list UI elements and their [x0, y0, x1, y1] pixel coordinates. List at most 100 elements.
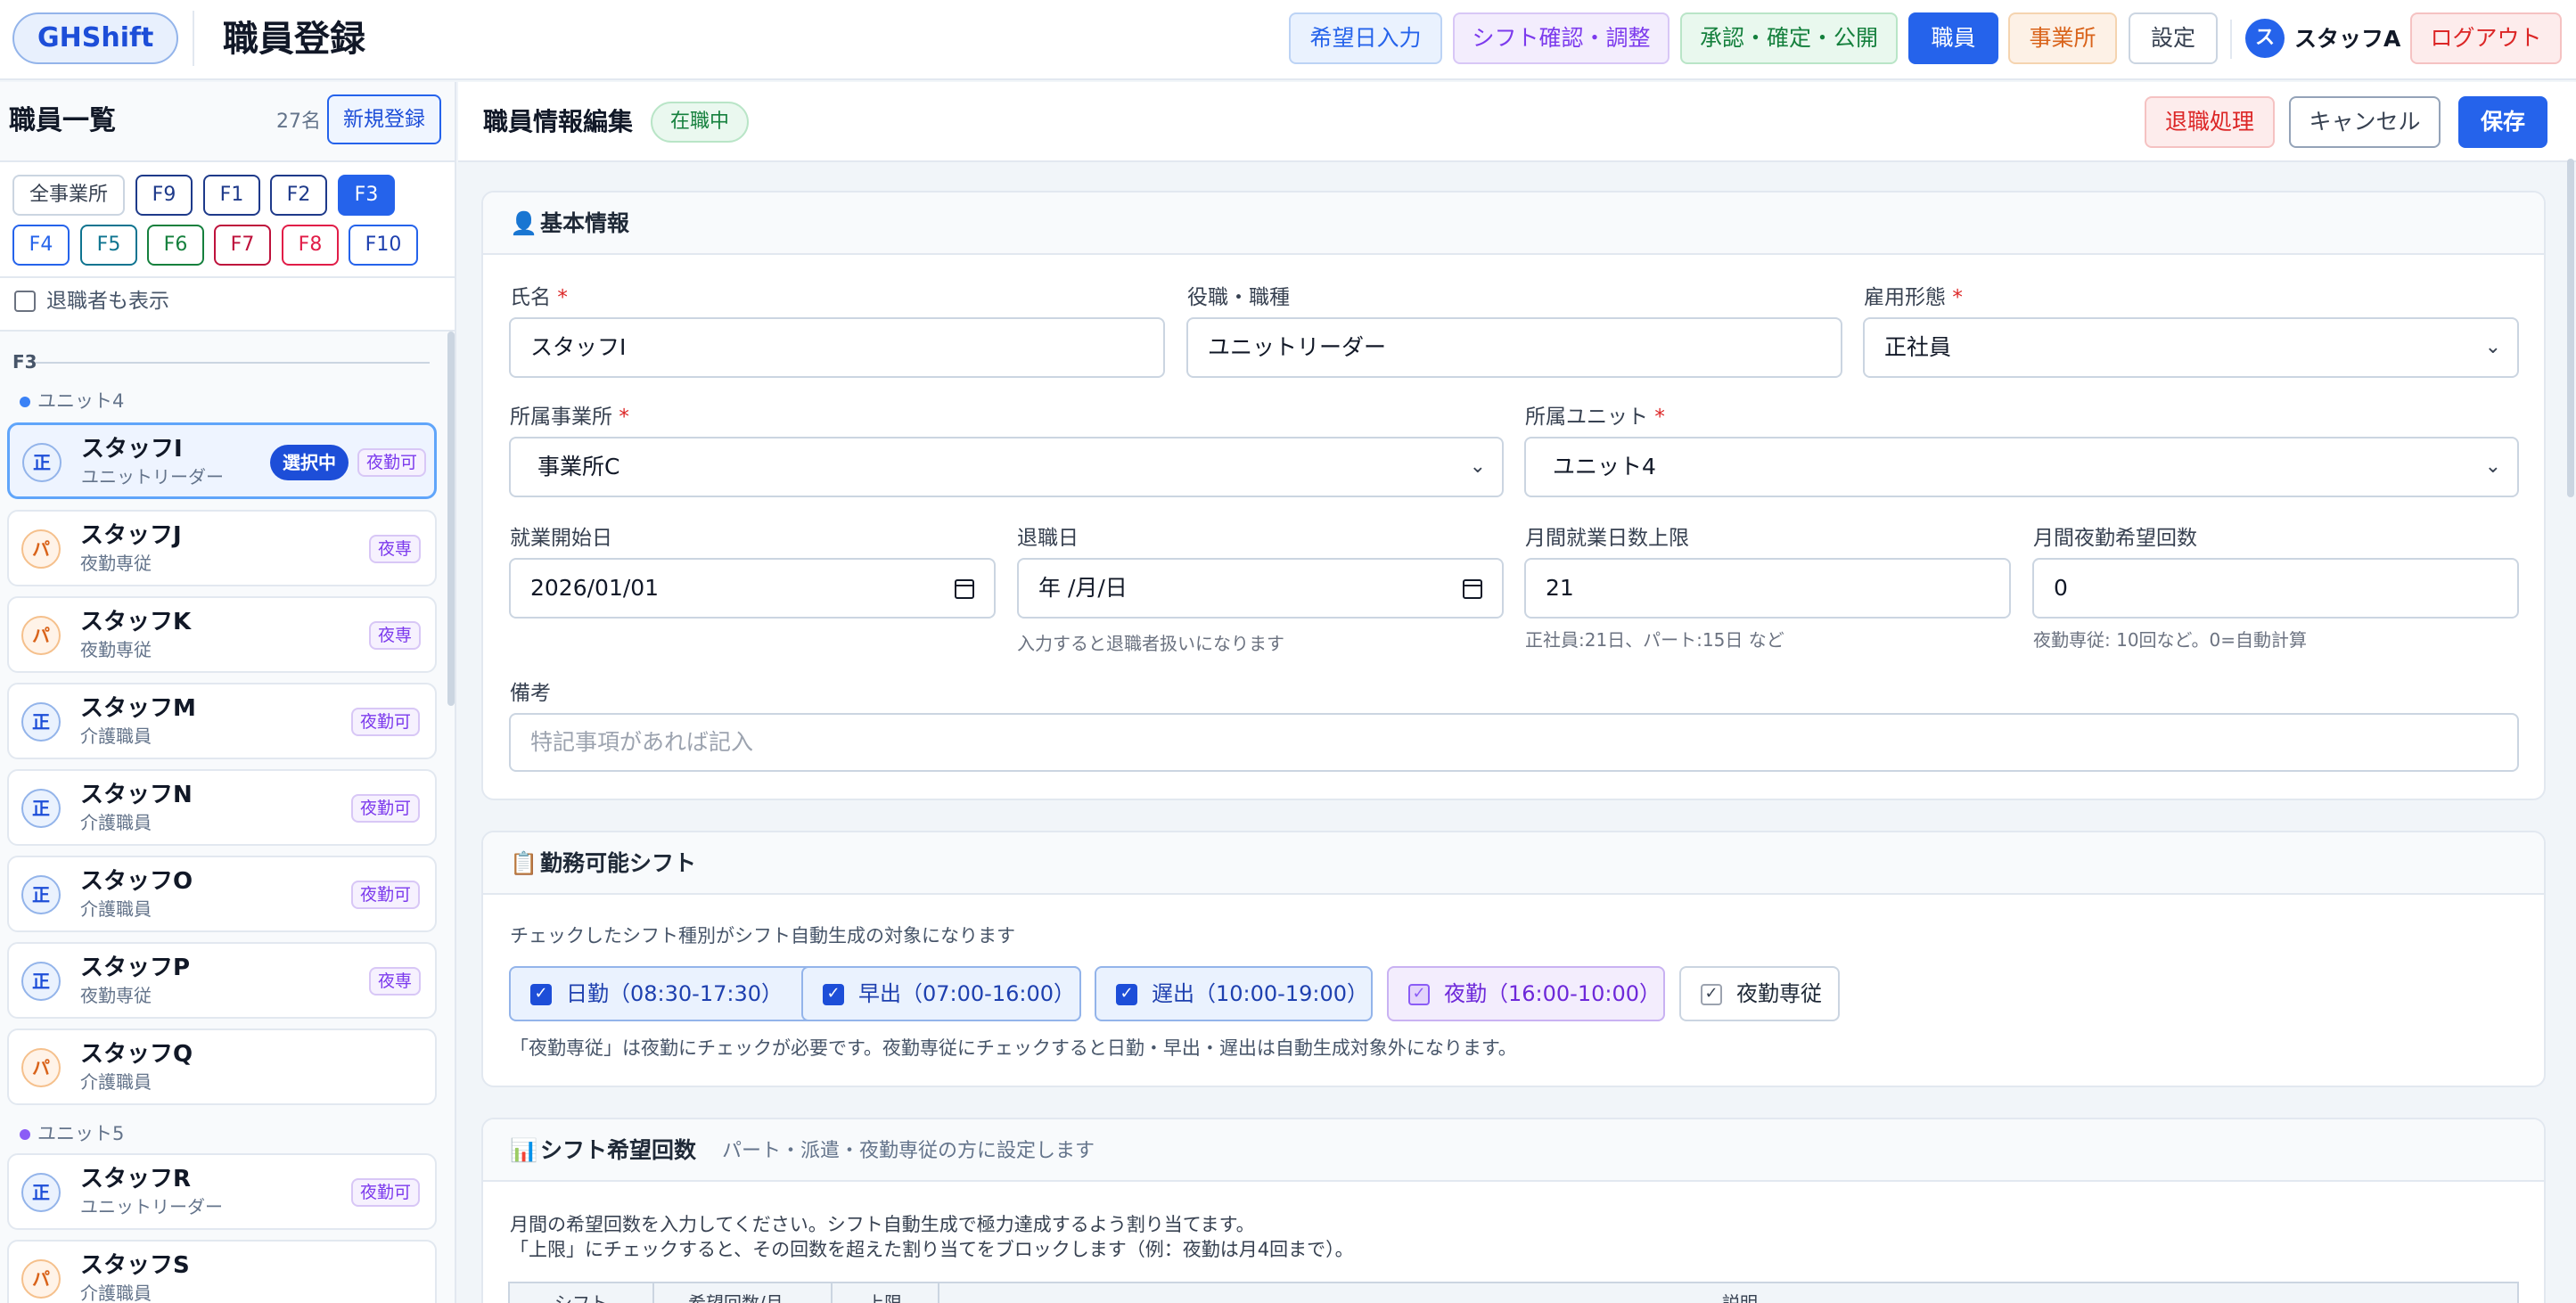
calendar-icon[interactable] [955, 579, 974, 599]
sidebar-title: 職員一覧 [9, 105, 116, 136]
role-label: 役職・職種 [1187, 286, 1290, 309]
staff-card[interactable]: 正 スタッフR ユニットリーダー 夜勤可 [7, 1153, 437, 1230]
user-name: スタッフA [2294, 26, 2401, 52]
check-icon: ✓ [1408, 984, 1430, 1005]
staff-name: スタッフI [81, 436, 183, 463]
staff-role: 夜勤専従 [80, 553, 152, 574]
filter-f2[interactable]: F2 [270, 175, 327, 216]
staff-name: スタッフJ [80, 522, 182, 549]
staff-name: スタッフN [80, 782, 193, 808]
name-label: 氏名 * [510, 286, 568, 309]
cancel-button[interactable]: キャンセル [2289, 96, 2441, 148]
staff-role: 介護職員 [80, 725, 152, 747]
staff-role: 夜勤専従 [80, 639, 152, 660]
max-days-input[interactable]: 21 [1524, 558, 2011, 619]
sidebar-separator [0, 276, 455, 278]
staff-card[interactable]: パ スタッフJ 夜勤専従 夜専 [7, 510, 437, 586]
night-count-input[interactable]: 0 [2032, 558, 2519, 619]
save-button[interactable]: 保存 [2458, 96, 2547, 148]
wish-desc-1: 月間の希望回数を入力してください。シフト自動生成で極力達成するよう割り当てます。 [510, 1214, 1255, 1235]
nav-office[interactable]: 事業所 [2008, 12, 2117, 64]
app-header: GHShift 職員登録 希望日入力 シフト確認・調整 承認・確定・公開 職員 … [0, 0, 2576, 80]
night-tag: 夜専 [369, 535, 422, 563]
office-label: 所属事業所 * [510, 406, 629, 429]
staff-name: スタッフR [80, 1166, 192, 1192]
filter-f9[interactable]: F9 [135, 175, 193, 216]
night-count-hint: 夜勤専従: 10回など。0=自動計算 [2033, 629, 2308, 651]
unit-select[interactable]: ユニット4 ⌄ [1524, 437, 2519, 497]
editor-header: 職員情報編集 在職中 退職処理 キャンセル 保存 [458, 82, 2576, 162]
employment-badge: 正 [21, 962, 61, 1001]
filter-f3[interactable]: F3 [338, 175, 395, 216]
retire-button[interactable]: 退職処理 [2145, 96, 2275, 148]
staff-card[interactable]: 正 スタッフI ユニットリーダー 選択中 夜勤可 [7, 422, 437, 499]
shift-wish-count-section: 📊 シフト希望回数 パート・派遣・夜勤専従の方に設定します [481, 1118, 2546, 1303]
filter-f5[interactable]: F5 [80, 225, 137, 266]
new-staff-button[interactable]: 新規登録 [327, 94, 441, 144]
filter-f8[interactable]: F8 [282, 225, 339, 266]
notes-input[interactable]: 特記事項があれば記入 [509, 713, 2519, 772]
night-tag: 夜勤可 [351, 1178, 421, 1207]
staff-card[interactable]: パ スタッフQ 介護職員 [7, 1028, 437, 1105]
staff-card[interactable]: パ スタッフS 介護職員 [7, 1240, 437, 1303]
night-tag: 夜勤可 [351, 881, 421, 909]
filter-all[interactable]: 全事業所 [12, 175, 125, 216]
staff-name: スタッフP [80, 955, 191, 981]
name-input[interactable]: スタッフI [509, 317, 1165, 378]
calendar-icon[interactable] [1463, 579, 1482, 599]
show-retired-checkbox[interactable] [14, 291, 36, 312]
max-days-label: 月間就業日数上限 [1525, 527, 1689, 550]
staff-card[interactable]: 正 スタッフP 夜勤専従 夜専 [7, 942, 437, 1019]
filter-f7[interactable]: F7 [214, 225, 271, 266]
nav-wish-input[interactable]: 希望日入力 [1289, 12, 1442, 64]
sidebar-scrollbar[interactable] [447, 332, 455, 706]
nav-shift-adjust[interactable]: シフト確認・調整 [1453, 12, 1669, 64]
section-header: 👤 基本情報 [483, 193, 2544, 255]
user-avatar: ス [2245, 19, 2285, 58]
nav-approve-publish[interactable]: 承認・確定・公開 [1680, 12, 1898, 64]
end-date-input[interactable]: 年 /月/日 [1017, 558, 1504, 619]
selected-badge: 選択中 [270, 445, 349, 480]
staff-card[interactable]: 正 スタッフN 介護職員 夜勤可 [7, 769, 437, 846]
staff-card[interactable]: 正 スタッフO 介護職員 夜勤可 [7, 856, 437, 932]
group-title: F3 [12, 351, 37, 373]
nav-settings[interactable]: 設定 [2129, 12, 2218, 64]
app-logo[interactable]: GHShift [12, 12, 179, 64]
office-select[interactable]: 事業所C ⌄ [509, 437, 1504, 497]
staff-role: 介護職員 [80, 812, 152, 833]
shift-night-only-checkbox[interactable]: ✓ 夜勤専従 [1679, 966, 1840, 1021]
unit-title-5: ユニット5 [20, 1121, 124, 1146]
night-tag: 夜勤可 [351, 794, 421, 823]
filter-f10[interactable]: F10 [349, 225, 418, 266]
filter-f1[interactable]: F1 [203, 175, 260, 216]
night-tag: 夜専 [369, 967, 422, 996]
th-shift: シフト [554, 1292, 608, 1303]
wish-desc-2: 「上限」にチェックすると、その回数を超えた割り当てをブロックします（例：夜勤は月… [510, 1239, 1354, 1260]
main-scrollbar[interactable] [2567, 159, 2574, 497]
staff-card[interactable]: 正 スタッフM 介護職員 夜勤可 [7, 683, 437, 759]
show-retired-label[interactable]: 退職者も表示 [46, 285, 169, 317]
shift-late-checkbox[interactable]: ✓ 遅出（10:00-19:00） [1095, 966, 1373, 1021]
shift-night-checkbox[interactable]: ✓ 夜勤（16:00-10:00） [1387, 966, 1665, 1021]
staff-name: スタッフS [80, 1252, 190, 1279]
filter-f4[interactable]: F4 [12, 225, 70, 266]
person-icon: 👤 [510, 210, 538, 236]
nav-staff[interactable]: 職員 [1908, 12, 1998, 64]
staff-list[interactable]: F3 ユニット4 正 スタッフI ユニットリーダー 選択中 夜勤可 パ スタッフ… [0, 330, 455, 1303]
staff-card[interactable]: パ スタッフK 夜勤専従 夜専 [7, 596, 437, 673]
staff-name: スタッフK [80, 609, 192, 635]
filter-f6[interactable]: F6 [147, 225, 204, 266]
start-date-input[interactable]: 2026/01/01 [509, 558, 996, 619]
chevron-down-icon: ⌄ [2484, 336, 2501, 358]
shifts-note: 「夜勤専従」は夜勤にチェックが必要です。夜勤専従にチェックすると日勤・早出・遅出… [510, 1037, 1517, 1059]
employment-badge: 正 [21, 1173, 61, 1212]
unit-label: 所属ユニット * [1525, 406, 1665, 429]
night-tag: 夜勤可 [357, 448, 427, 477]
logout-button[interactable]: ログアウト [2410, 12, 2562, 64]
role-input[interactable]: ユニットリーダー [1186, 317, 1842, 378]
staff-role: ユニットリーダー [80, 1196, 223, 1217]
check-icon: ✓ [823, 984, 844, 1005]
staff-role: 夜勤専従 [80, 985, 152, 1006]
employment-select[interactable]: 正社員 ⌄ [1863, 317, 2519, 378]
shift-early-checkbox[interactable]: ✓ 早出（07:00-16:00） [801, 966, 1081, 1021]
